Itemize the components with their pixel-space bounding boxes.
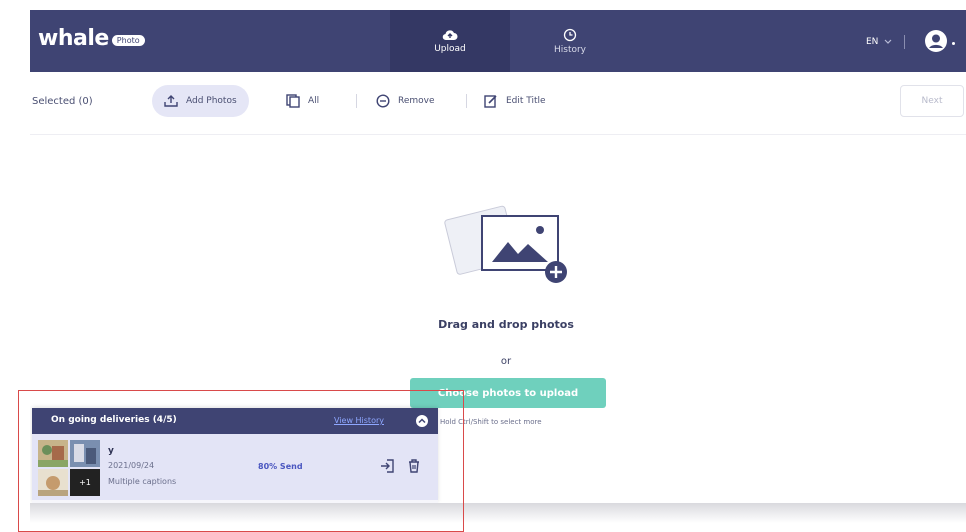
edit-title-label: Edit Title [506,96,546,106]
tab-upload[interactable]: Upload [390,10,510,72]
edit-icon [484,95,497,108]
photo-upload-illustration [444,205,567,283]
remove-label: Remove [398,96,435,106]
language-label: EN [866,37,879,47]
add-photos-button[interactable]: Add Photos [152,85,249,117]
toolbar-divider [466,94,467,108]
tab-upload-label: Upload [434,43,466,54]
photo-toolbar: Selected (0) Add Photos All Remove Edit … [30,72,966,135]
app-logo[interactable]: whale Photo [38,26,145,51]
header-divider [904,35,906,49]
logo-badge: Photo [111,35,145,46]
language-selector[interactable]: EN [866,35,906,49]
tab-history-label: History [553,44,587,55]
logo-wordmark: whale [38,26,109,51]
next-button[interactable]: Next [900,85,964,117]
chevron-down-icon [884,39,892,44]
drag-drop-text: Drag and drop photos [438,318,574,331]
tab-history[interactable]: History [510,10,630,72]
more-dot [952,42,955,45]
upload-icon [164,95,178,107]
edit-title-button[interactable]: Edit Title [484,85,546,117]
selected-count: Selected (0) [32,96,93,107]
annotation-highlight-box [18,390,464,532]
select-all-button[interactable]: All [286,85,319,117]
toolbar-divider [356,94,357,108]
cloud-upload-icon [442,29,458,40]
add-photos-label: Add Photos [186,96,237,106]
user-avatar-icon[interactable] [924,29,948,53]
clock-icon [563,28,577,41]
remove-button[interactable]: Remove [376,85,435,117]
copy-icon [286,94,300,108]
minus-circle-icon [376,94,390,108]
select-all-label: All [308,96,320,106]
or-text: or [500,356,512,367]
top-nav-bar: whale Photo Upload History EN [30,10,966,72]
